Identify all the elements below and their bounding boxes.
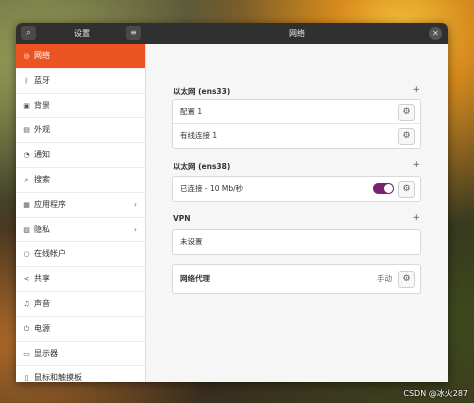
settings-button[interactable]: ⚙ — [398, 181, 415, 198]
connection-toggle[interactable] — [373, 183, 394, 194]
sidebar-item-label: 蓝牙 — [34, 75, 50, 85]
sidebar-header: ⌕ 设置 ≡ — [16, 23, 146, 44]
vpn-status: 未设置 — [180, 237, 203, 246]
notification-icon: ◔ — [23, 151, 30, 160]
sidebar-item-sound[interactable]: ♫ 声音 — [16, 292, 145, 317]
settings-button[interactable]: ⚙ — [398, 104, 415, 121]
section-title: VPN — [173, 214, 191, 223]
sidebar-item-mouse[interactable]: ▯ 鼠标和触摸板 — [16, 366, 145, 382]
gear-icon: ⚙ — [402, 107, 411, 117]
power-icon: ⏻ — [23, 324, 30, 333]
sidebar-item-applications[interactable]: ▦ 应用程序 › — [16, 193, 145, 218]
sidebar-item-label: 鼠标和触摸板 — [34, 373, 82, 382]
sharing-icon: < — [23, 275, 30, 284]
plus-icon: + — [412, 213, 420, 223]
appearance-icon: ▤ — [23, 126, 30, 135]
connection-label: 有线连接 1 — [180, 131, 218, 140]
menu-button[interactable]: ≡ — [126, 26, 141, 40]
proxy-label: 网络代理 — [180, 274, 210, 283]
gear-icon: ⚙ — [402, 131, 411, 141]
watermark: CSDN @冰火287 — [403, 389, 468, 398]
close-button[interactable]: ✕ — [429, 27, 442, 40]
search-icon: ⌕ — [24, 175, 29, 184]
title-bar: ⌕ 设置 ≡ 网络 ✕ — [16, 23, 448, 44]
sidebar-item-displays[interactable]: ▭ 显示器 — [16, 342, 145, 367]
plus-icon: + — [412, 85, 420, 95]
search-button[interactable]: ⌕ — [21, 26, 36, 40]
sidebar-item-power[interactable]: ⏻ 电源 — [16, 317, 145, 342]
proxy-card: 网络代理 手动 ⚙ — [172, 264, 421, 294]
ethernet-ens38-header: 以太网 (ens38) + — [173, 160, 420, 173]
mouse-icon: ▯ — [24, 374, 29, 382]
search-icon: ⌕ — [26, 28, 31, 37]
connection-row[interactable]: 有线连接 1 ⚙ — [173, 124, 420, 148]
display-icon: ▭ — [23, 349, 30, 358]
connection-status: 已连接 - 10 Mb/秒 — [180, 184, 244, 193]
sidebar-title: 设置 — [74, 29, 90, 38]
ethernet-ens33-card: 配置 1 ⚙ 有线连接 1 ⚙ — [172, 99, 421, 149]
chevron-right-icon: › — [133, 224, 137, 234]
ethernet-ens38-card: 已连接 - 10 Mb/秒 ⚙ — [172, 176, 421, 202]
sidebar-item-label: 网络 — [34, 51, 50, 60]
sidebar-item-network[interactable]: ◎ 网络 — [16, 44, 145, 69]
sidebar-item-bluetooth[interactable]: ᛒ 蓝牙 — [16, 69, 145, 94]
sidebar-item-label: 外观 — [34, 125, 50, 135]
sidebar-item-search[interactable]: ⌕ 搜索 — [16, 168, 145, 193]
gear-icon: ⚙ — [402, 274, 411, 284]
sidebar-item-background[interactable]: ▣ 背景 — [16, 94, 145, 119]
proxy-status: 手动 — [377, 274, 392, 283]
vpn-card: 未设置 — [172, 229, 421, 255]
bluetooth-icon: ᛒ — [24, 76, 29, 85]
toggle-knob — [384, 184, 393, 193]
sidebar-item-sharing[interactable]: < 共享 — [16, 267, 145, 292]
online-accounts-icon: ○ — [23, 250, 30, 259]
settings-button[interactable]: ⚙ — [398, 271, 415, 288]
panel-title: 网络 — [289, 29, 305, 38]
sound-icon: ♫ — [23, 299, 30, 308]
sidebar-item-label: 电源 — [34, 323, 50, 333]
section-title: 以太网 (ens38) — [173, 162, 231, 171]
settings-button[interactable]: ⚙ — [398, 128, 415, 145]
apps-icon: ▦ — [23, 200, 30, 209]
sidebar-item-privacy[interactable]: ▧ 隐私 › — [16, 218, 145, 243]
connection-row[interactable]: 配置 1 ⚙ — [173, 100, 420, 124]
sidebar-item-appearance[interactable]: ▤ 外观 — [16, 118, 145, 144]
vpn-row: 未设置 — [173, 230, 420, 254]
sidebar-item-label: 应用程序 — [34, 199, 66, 209]
proxy-row[interactable]: 网络代理 手动 ⚙ — [173, 265, 420, 293]
network-icon: ◎ — [23, 52, 30, 60]
sidebar-item-label: 显示器 — [34, 348, 58, 358]
sidebar: ◎ 网络 ᛒ 蓝牙 ▣ 背景 ▤ 外观 ◔ 通知 ⌕ 搜索 ▦ 应用程序 › ▧ — [16, 44, 146, 382]
vpn-header: VPN + — [173, 213, 420, 226]
sidebar-item-label: 背景 — [34, 100, 50, 110]
sidebar-item-label: 声音 — [34, 298, 50, 308]
connection-row: 已连接 - 10 Mb/秒 ⚙ — [173, 177, 420, 201]
close-icon: ✕ — [432, 29, 439, 38]
privacy-icon: ▧ — [23, 225, 30, 234]
add-connection-button[interactable]: + — [412, 85, 420, 95]
background-icon: ▣ — [23, 101, 30, 110]
sidebar-item-online-accounts[interactable]: ○ 在线帐户 — [16, 242, 145, 268]
hamburger-icon: ≡ — [130, 28, 137, 37]
sidebar-item-label: 在线帐户 — [34, 249, 66, 259]
add-vpn-button[interactable]: + — [412, 213, 420, 223]
connection-label: 配置 1 — [180, 107, 203, 116]
add-connection-button[interactable]: + — [412, 160, 420, 170]
sidebar-item-notifications[interactable]: ◔ 通知 — [16, 143, 145, 168]
sidebar-item-label: 隐私 — [34, 224, 50, 234]
sidebar-item-label: 搜索 — [34, 174, 50, 184]
network-panel: 以太网 (ens33) + 配置 1 ⚙ 有线连接 1 ⚙ 以太网 (ens38… — [146, 44, 448, 382]
sidebar-item-label: 共享 — [34, 274, 50, 284]
gear-icon: ⚙ — [402, 184, 411, 194]
ethernet-ens33-header: 以太网 (ens33) + — [173, 85, 420, 98]
plus-icon: + — [412, 160, 420, 170]
section-title: 以太网 (ens33) — [173, 87, 231, 96]
sidebar-item-label: 通知 — [34, 150, 50, 160]
settings-window: ⌕ 设置 ≡ 网络 ✕ ◎ 网络 ᛒ 蓝牙 ▣ 背景 ▤ 外观 ◔ 通知 ⌕ 搜… — [16, 23, 448, 382]
chevron-right-icon: › — [133, 199, 137, 209]
